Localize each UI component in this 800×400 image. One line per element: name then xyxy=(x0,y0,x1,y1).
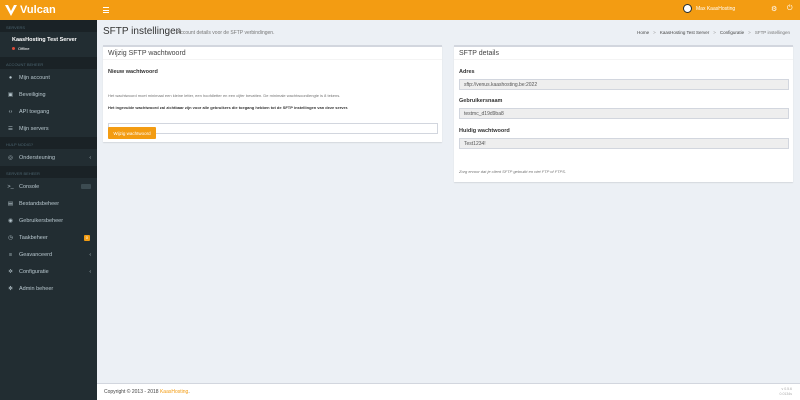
sidebar-item-gebruikersbeheer[interactable]: ◉ Gebruikersbeheer xyxy=(0,212,97,229)
sidebar-item-bestandsbeheer[interactable]: ▤ Bestandsbeheer xyxy=(0,195,97,212)
chevron-left-icon: ‹ xyxy=(89,268,91,275)
sidebar-item-label: Gebruikersbeheer xyxy=(19,217,64,224)
sftp-client-hint: Zorg ervoor dat je client SFTP gebruikt … xyxy=(459,169,567,174)
sidebar-item-label: Geavanceerd xyxy=(19,251,53,258)
server-name: KaasHosting Test Server xyxy=(12,37,77,43)
breadcrumb-home[interactable]: Home xyxy=(637,30,649,35)
sidebar-item-label: Admin beheer xyxy=(19,285,54,292)
breadcrumb: Home > KaasHosting Test Server > Configu… xyxy=(633,30,790,35)
version-info: v 0.5.6 0.0134s xyxy=(780,387,792,397)
lock-icon: ▣ xyxy=(7,91,14,98)
vulcan-logo-icon xyxy=(5,4,17,16)
current-password-label: Huidig wachtwoord xyxy=(459,128,510,134)
sidebar-item-label: Ondersteuning xyxy=(19,154,56,161)
server-icon: ☰ xyxy=(8,125,13,132)
chevron-left-icon: ‹ xyxy=(89,154,91,161)
sidebar: Vulcan Servers KaasHosting Test Server O… xyxy=(0,0,97,400)
sidebar-item-api-toegang[interactable]: ‹› API toegang xyxy=(0,103,97,120)
clock-icon: ◷ xyxy=(8,234,13,241)
task-count-badge: 0 xyxy=(83,234,90,241)
sidebar-item-label: Mijn account xyxy=(19,74,50,81)
change-password-button[interactable]: Wijzig wachtwoord xyxy=(108,127,156,139)
page-title: SFTP instellingen xyxy=(103,26,182,37)
password-help-text: Het wachtwoord moet minimaal een kleine … xyxy=(108,93,341,98)
username-field[interactable]: testmc_d19d9ba8 xyxy=(459,108,789,119)
code-icon: ‹› xyxy=(8,108,13,115)
page-subtitle: Account details voor de SFTP verbindinge… xyxy=(177,30,275,36)
sidebar-item-label: Configuratie xyxy=(19,268,49,275)
console-popout-icon[interactable] xyxy=(81,184,91,189)
footer-period: . xyxy=(188,389,190,395)
breadcrumb-current: SFTP instellingen xyxy=(754,30,790,35)
gears-icon: ✲ xyxy=(8,268,13,275)
sidebar-item-label: API toegang xyxy=(19,108,50,115)
sidebar-item-label: Beveiliging xyxy=(19,91,46,98)
brand-name: Vulcan xyxy=(20,4,56,16)
section-header-server-beheer: Server beheer xyxy=(0,166,97,178)
section-header-help: Hulp nodig? xyxy=(0,137,97,149)
lifebuoy-icon: ◎ xyxy=(8,154,13,161)
password-visibility-note: Het ingevulde wachtwoord zal zichtbaar z… xyxy=(108,105,349,110)
copyright-text: Copyright © 2013 - 2018 xyxy=(104,389,159,395)
terminal-icon: >_ xyxy=(7,183,14,190)
username-label: Gebruikersnaam xyxy=(459,98,503,104)
sidebar-item-taakbeheer[interactable]: ◷ Taakbeheer 0 xyxy=(0,229,97,246)
servers-icon[interactable]: ⚙ xyxy=(771,5,777,13)
sidebar-item-label: Console xyxy=(19,183,40,190)
server-status-label: Offline xyxy=(18,46,30,51)
sidebar-item-geavanceerd[interactable]: ≡ Geavanceerd ‹ xyxy=(0,246,97,263)
breadcrumb-separator: > xyxy=(653,30,656,35)
sidebar-item-ondersteuning[interactable]: ◎ Ondersteuning ‹ xyxy=(0,149,97,166)
breadcrumb-server[interactable]: KaasHosting Test Server xyxy=(660,30,709,35)
sidebar-toggle-icon[interactable] xyxy=(103,7,109,15)
address-label: Adres xyxy=(459,69,475,75)
change-password-box: Wijzig SFTP wachtwoord Nieuw wachtwoord … xyxy=(103,45,442,142)
sidebar-item-admin-beheer[interactable]: ✻ Admin beheer xyxy=(0,280,97,297)
new-password-input[interactable] xyxy=(108,123,438,134)
sidebar-item-beveiliging[interactable]: ▣ Beveiliging xyxy=(0,86,97,103)
logout-icon[interactable]: ⏻ xyxy=(787,5,793,13)
sidebar-item-label: Taakbeheer xyxy=(19,234,48,241)
user-name: Max KaasHosting xyxy=(696,5,736,12)
sidebar-item-configuratie[interactable]: ✲ Configuratie ‹ xyxy=(0,263,97,280)
address-field[interactable]: sftp://venus.kaashosting.be:2022 xyxy=(459,79,789,90)
section-header-servers: Servers xyxy=(0,20,97,32)
sidebar-item-mijn-servers[interactable]: ☰ Mijn servers xyxy=(0,120,97,137)
avatar xyxy=(683,4,692,13)
users-icon: ◉ xyxy=(8,217,13,224)
cog-icon: ✻ xyxy=(8,285,13,292)
breadcrumb-separator: > xyxy=(713,30,716,35)
status-dot-icon xyxy=(12,47,15,50)
section-header-account: Account beheer xyxy=(0,57,97,69)
company-link[interactable]: KaasHosting xyxy=(160,389,188,395)
sidebar-item-console[interactable]: >_ Console xyxy=(0,178,97,195)
box-title: SFTP details xyxy=(454,47,793,60)
new-password-label: Nieuw wachtwoord xyxy=(108,69,158,75)
breadcrumb-separator: > xyxy=(748,30,751,35)
box-title: Wijzig SFTP wachtwoord xyxy=(103,47,442,60)
top-navbar: Max KaasHosting ⚙ ⏻ xyxy=(97,0,800,20)
render-time: 0.0134s xyxy=(779,392,792,396)
user-icon: ● xyxy=(8,74,13,81)
sliders-icon: ≡ xyxy=(8,251,13,258)
server-status: Offline xyxy=(12,46,85,51)
current-password-field[interactable]: Test1234! xyxy=(459,138,789,149)
sftp-details-box: SFTP details Adres sftp://venus.kaashost… xyxy=(454,45,793,182)
user-menu[interactable]: Max KaasHosting xyxy=(683,4,735,13)
brand-logo[interactable]: Vulcan xyxy=(0,0,97,20)
sidebar-item-label: Bestandsbeheer xyxy=(19,200,60,207)
footer: Copyright © 2013 - 2018 KaasHosting. v 0… xyxy=(97,383,800,400)
chevron-left-icon: ‹ xyxy=(89,251,91,258)
breadcrumb-configuratie[interactable]: Configuratie xyxy=(720,30,744,35)
current-server[interactable]: KaasHosting Test Server Offline xyxy=(0,32,97,57)
sidebar-item-label: Mijn servers xyxy=(19,125,49,132)
file-icon: ▤ xyxy=(7,200,14,207)
sidebar-item-mijn-account[interactable]: ● Mijn account xyxy=(0,69,97,86)
